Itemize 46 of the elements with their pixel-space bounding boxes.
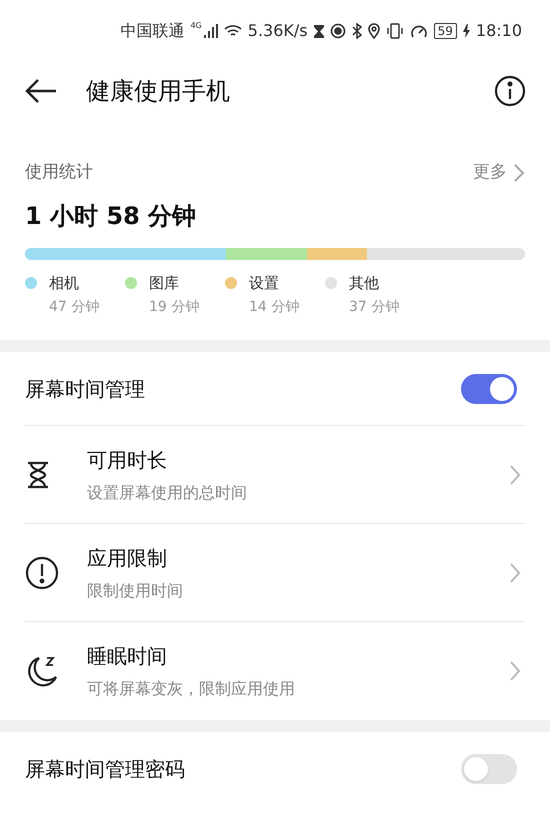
legend-label: 设置 <box>249 272 280 294</box>
more-link[interactable]: 更多 <box>473 160 525 186</box>
chevron-icon <box>509 660 521 682</box>
row-subtitle: 可将屏幕变灰，限制应用使用 <box>87 678 295 700</box>
setting-label: 屏幕时间管理 <box>25 376 145 402</box>
legend-time: 37 分钟 <box>349 298 400 317</box>
legend-time: 14 分钟 <box>249 298 300 317</box>
chevron-icon <box>509 562 521 584</box>
charging-icon <box>462 24 470 38</box>
signal-icon <box>204 24 218 38</box>
network-speed: 5.36K/s <box>248 20 308 42</box>
row-subtitle: 设置屏幕使用的总时间 <box>87 482 247 504</box>
legend-label: 其他 <box>349 272 380 294</box>
location-icon <box>368 23 380 39</box>
battery-indicator: 59 <box>434 23 457 39</box>
row-title: 可用时长 <box>87 446 168 474</box>
speedometer-icon <box>410 23 428 39</box>
legend-label: 相机 <box>49 272 80 294</box>
toggle-switch[interactable] <box>461 374 517 404</box>
row-title: 应用限制 <box>87 544 168 572</box>
legend-label: 图库 <box>149 272 180 294</box>
chevron-icon <box>509 464 521 486</box>
setting-label: 屏幕时间管理密码 <box>25 756 185 783</box>
page-title: 健康使用手机 <box>86 76 230 107</box>
hourglass-icon <box>314 24 324 38</box>
hourglass-icon <box>25 460 51 488</box>
alert-icon <box>25 556 59 590</box>
info-icon[interactable] <box>494 75 526 107</box>
network-type: 4G <box>190 20 202 32</box>
carrier-name: 中国联通 <box>120 20 184 42</box>
clock-time: 18:10 <box>476 20 522 42</box>
legend-time: 47 分钟 <box>49 298 100 317</box>
toggle-switch[interactable] <box>461 754 517 784</box>
wifi-icon <box>224 24 242 38</box>
chevron-icon <box>513 162 525 183</box>
vibrate-icon <box>386 23 404 39</box>
back-icon[interactable] <box>24 78 58 104</box>
total-time: 1 小时 58 分钟 <box>25 200 198 232</box>
row-subtitle: 限制使用时间 <box>87 580 183 602</box>
settings-row[interactable]: 应用限制 限制使用时间 <box>25 524 525 622</box>
settings-row[interactable]: 睡眠时间 可将屏幕变灰，限制应用使用 <box>25 622 525 720</box>
section-title: 使用统计 <box>25 161 93 184</box>
bluetooth-icon <box>352 23 362 39</box>
row-title: 睡眠时间 <box>87 643 168 670</box>
legend-time: 19 分钟 <box>149 298 200 317</box>
settings-row[interactable]: 可用时长 设置屏幕使用的总时间 <box>25 426 525 524</box>
